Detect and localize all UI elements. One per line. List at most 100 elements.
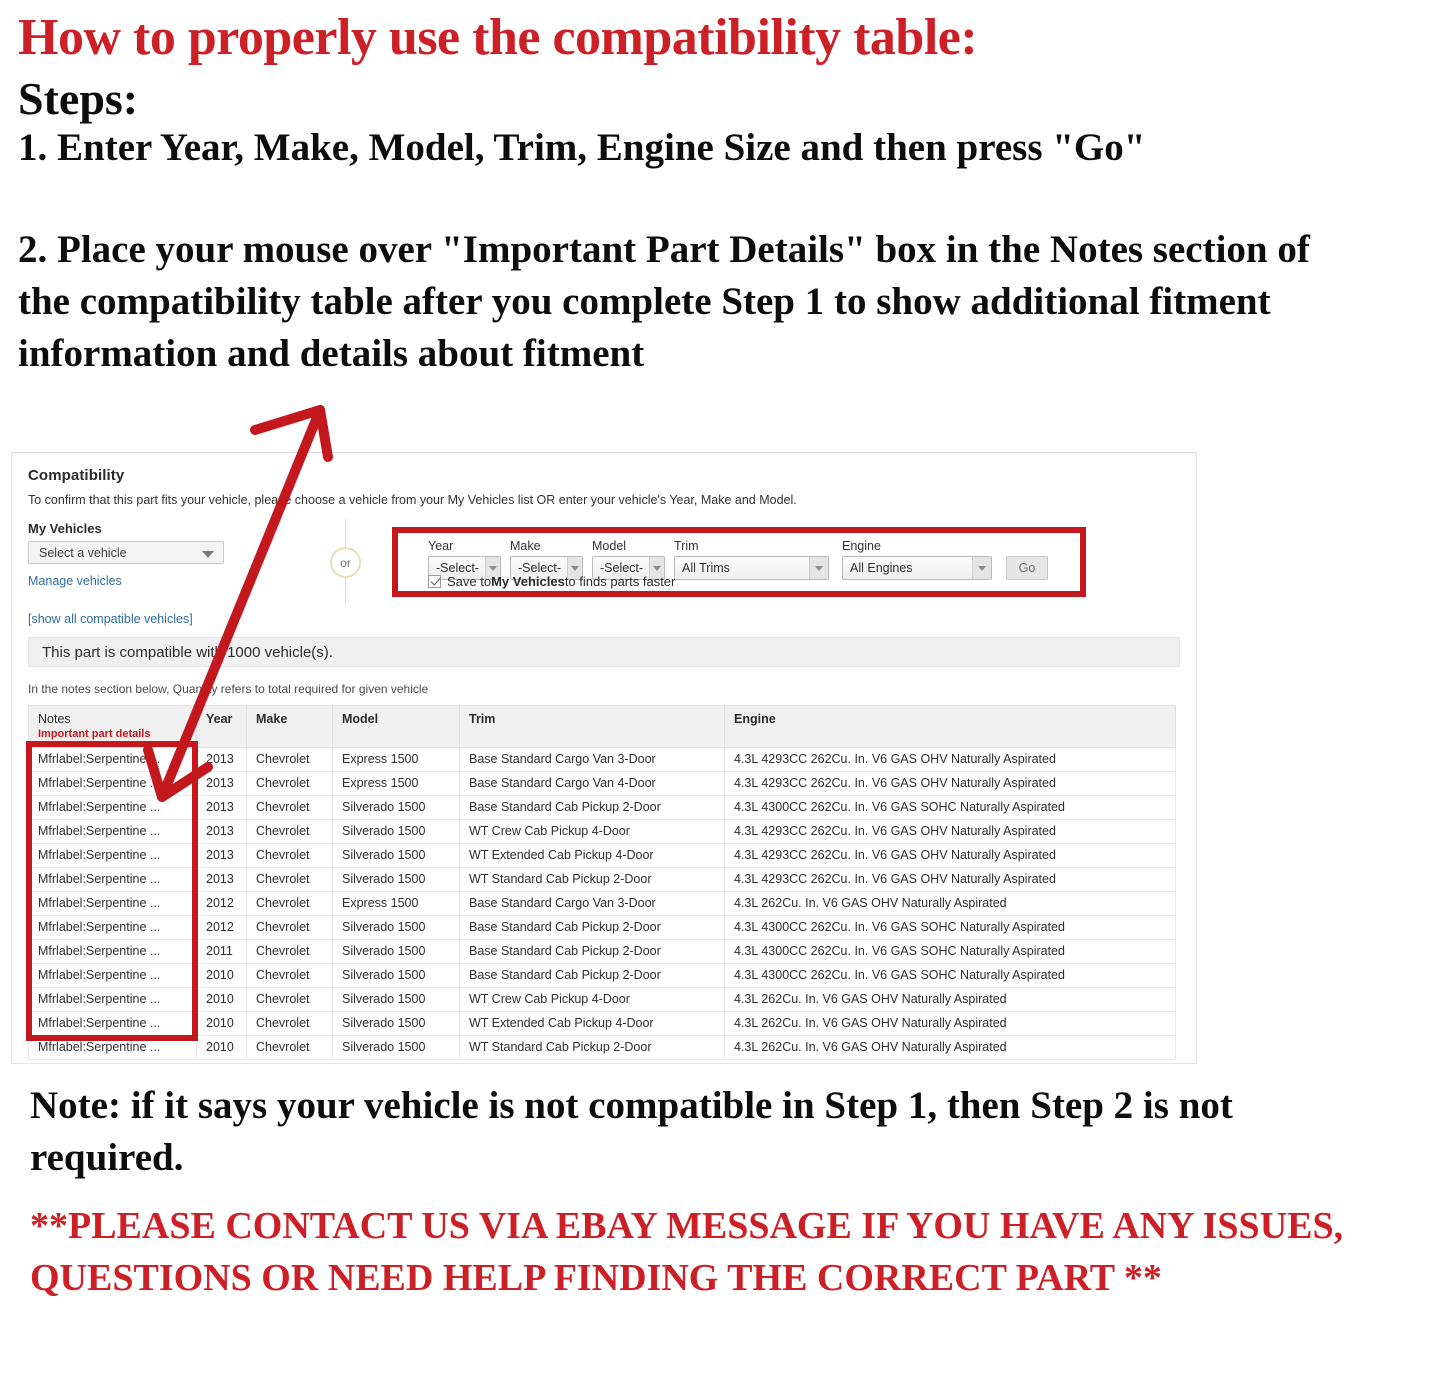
cell-trim: WT Crew Cab Pickup 4-Door: [459, 819, 725, 844]
cell-engine: 4.3L 4293CC 262Cu. In. V6 GAS OHV Natura…: [724, 771, 1176, 796]
cell-trim: WT Extended Cab Pickup 4-Door: [459, 843, 725, 868]
cell-year: 2010: [196, 987, 247, 1012]
table-row: Mfrlabel:Serpentine ... 2012 Chevrolet Expr…: [28, 891, 1176, 916]
column-header-notes-label: Notes: [38, 712, 71, 726]
engine-select[interactable]: All Engines: [842, 556, 992, 580]
cell-model: Silverado 1500: [332, 939, 460, 964]
cell-engine: 4.3L 4293CC 262Cu. In. V6 GAS OHV Natura…: [724, 747, 1176, 772]
cell-engine: 4.3L 262Cu. In. V6 GAS OHV Naturally Asp…: [724, 1011, 1176, 1036]
cell-engine: 4.3L 262Cu. In. V6 GAS OHV Naturally Asp…: [724, 891, 1176, 916]
cell-trim: Base Standard Cab Pickup 2-Door: [459, 939, 725, 964]
cell-model: Express 1500: [332, 771, 460, 796]
save-to-my-vehicles-checkbox[interactable]: [428, 575, 441, 588]
cell-make: Chevrolet: [246, 771, 333, 796]
table-row: Mfrlabel:Serpentine ... 2013 Chevrolet Silv…: [28, 795, 1176, 820]
my-vehicles-column: My Vehicles Select a vehicle Manage vehi…: [28, 521, 298, 626]
engine-label: Engine: [842, 539, 881, 553]
cell-notes[interactable]: Mfrlabel:Serpentine ...: [28, 795, 197, 820]
make-label: Make: [510, 539, 541, 553]
compatible-count-banner: This part is compatible with 1000 vehicl…: [28, 637, 1180, 667]
column-header-year: Year: [196, 705, 247, 748]
vehicle-chooser: My Vehicles Select a vehicle Manage vehi…: [28, 519, 1180, 626]
save-to-my-vehicles-row[interactable]: Save to My Vehicles to finds parts faste…: [428, 574, 675, 589]
table-row: Mfrlabel:Serpentine ... 2010 Chevrolet Silv…: [28, 963, 1176, 988]
cell-year: 2012: [196, 891, 247, 916]
compatibility-table: Notes Important part details Year Make M…: [28, 705, 1176, 1060]
cell-model: Silverado 1500: [332, 987, 460, 1012]
cell-make: Chevrolet: [246, 867, 333, 892]
year-label: Year: [428, 539, 454, 553]
step-1-text: 1. Enter Year, Make, Model, Trim, Engine…: [18, 126, 1146, 169]
trim-select-value: All Trims: [682, 561, 730, 575]
cell-notes[interactable]: Mfrlabel:Serpentine ...: [28, 915, 197, 940]
cell-engine: 4.3L 4300CC 262Cu. In. V6 GAS SOHC Natur…: [724, 795, 1176, 820]
cell-notes[interactable]: Mfrlabel:Serpentine ...: [28, 963, 197, 988]
cell-year: 2012: [196, 915, 247, 940]
trim-select[interactable]: All Trims: [674, 556, 829, 580]
cell-notes[interactable]: Mfrlabel:Serpentine ...: [28, 843, 197, 868]
cell-notes[interactable]: Mfrlabel:Serpentine ...: [28, 867, 197, 892]
cell-year: 2010: [196, 1035, 247, 1060]
cell-notes[interactable]: Mfrlabel:Serpentine ...: [28, 987, 197, 1012]
cell-notes[interactable]: Mfrlabel:Serpentine ...: [28, 771, 197, 796]
model-label: Model: [592, 539, 627, 553]
or-badge: or: [330, 547, 361, 578]
table-row: Mfrlabel:Serpentine ... 2013 Chevrolet Silv…: [28, 867, 1176, 892]
cell-make: Chevrolet: [246, 1035, 333, 1060]
go-button[interactable]: Go: [1006, 556, 1048, 580]
cell-make: Chevrolet: [246, 915, 333, 940]
my-vehicles-label: My Vehicles: [28, 521, 102, 536]
cell-engine: 4.3L 4293CC 262Cu. In. V6 GAS OHV Natura…: [724, 819, 1176, 844]
cell-notes[interactable]: Mfrlabel:Serpentine ...: [28, 1035, 197, 1060]
cell-model: Silverado 1500: [332, 867, 460, 892]
show-all-compatible-vehicles-link[interactable]: [show all compatible vehicles]: [28, 612, 298, 626]
engine-field: Engine All Engines: [842, 539, 992, 580]
cell-engine: 4.3L 262Cu. In. V6 GAS OHV Naturally Asp…: [724, 1035, 1176, 1060]
my-vehicles-select[interactable]: Select a vehicle: [28, 541, 224, 564]
cell-year: 2013: [196, 819, 247, 844]
table-row: Mfrlabel:Serpentine ... 2011 Chevrolet Silv…: [28, 939, 1176, 964]
cell-notes[interactable]: Mfrlabel:Serpentine ...: [28, 747, 197, 772]
important-part-details-label: Important part details: [38, 728, 151, 740]
cell-make: Chevrolet: [246, 987, 333, 1012]
cell-year: 2013: [196, 867, 247, 892]
cell-engine: 4.3L 262Cu. In. V6 GAS OHV Naturally Asp…: [724, 987, 1176, 1012]
save-text-after: to finds parts faster: [564, 574, 676, 589]
cell-year: 2013: [196, 771, 247, 796]
cell-notes[interactable]: Mfrlabel:Serpentine ...: [28, 1011, 197, 1036]
intro-copy: How to properly use the compatibility ta…: [18, 12, 1418, 380]
steps-heading: Steps:: [18, 73, 139, 124]
chevron-down-icon: [809, 557, 828, 579]
cell-engine: 4.3L 4300CC 262Cu. In. V6 GAS SOHC Natur…: [724, 939, 1176, 964]
cell-make: Chevrolet: [246, 939, 333, 964]
cell-trim: WT Crew Cab Pickup 4-Door: [459, 987, 725, 1012]
or-divider: or: [324, 519, 368, 603]
cell-year: 2013: [196, 843, 247, 868]
cell-notes[interactable]: Mfrlabel:Serpentine ...: [28, 939, 197, 964]
cell-trim: Base Standard Cab Pickup 2-Door: [459, 795, 725, 820]
cell-model: Silverado 1500: [332, 963, 460, 988]
cell-notes[interactable]: Mfrlabel:Serpentine ...: [28, 891, 197, 916]
cell-model: Silverado 1500: [332, 1011, 460, 1036]
cell-model: Silverado 1500: [332, 843, 460, 868]
cell-make: Chevrolet: [246, 819, 333, 844]
cell-trim: Base Standard Cargo Van 3-Door: [459, 891, 725, 916]
cell-trim: Base Standard Cargo Van 4-Door: [459, 771, 725, 796]
cell-notes[interactable]: Mfrlabel:Serpentine ...: [28, 819, 197, 844]
notes-quantity-hint: In the notes section below, Quantity ref…: [28, 682, 429, 696]
manage-vehicles-link[interactable]: Manage vehicles: [28, 574, 298, 588]
cell-model: Express 1500: [332, 891, 460, 916]
compatibility-heading: Compatibility: [28, 467, 125, 484]
cell-trim: WT Standard Cab Pickup 2-Door: [459, 1035, 725, 1060]
save-text-bold: My Vehicles: [491, 574, 565, 589]
table-row: Mfrlabel:Serpentine ... 2013 Chevrolet Expr…: [28, 771, 1176, 796]
cell-trim: Base Standard Cab Pickup 2-Door: [459, 915, 725, 940]
page-title: How to properly use the compatibility ta…: [18, 9, 978, 66]
cell-model: Silverado 1500: [332, 1035, 460, 1060]
save-text-before: Save to: [447, 574, 492, 589]
table-header-row: Notes Important part details Year Make M…: [28, 705, 1176, 748]
cell-year: 2011: [196, 939, 247, 964]
cell-make: Chevrolet: [246, 747, 333, 772]
column-header-make: Make: [246, 705, 333, 748]
cell-make: Chevrolet: [246, 795, 333, 820]
